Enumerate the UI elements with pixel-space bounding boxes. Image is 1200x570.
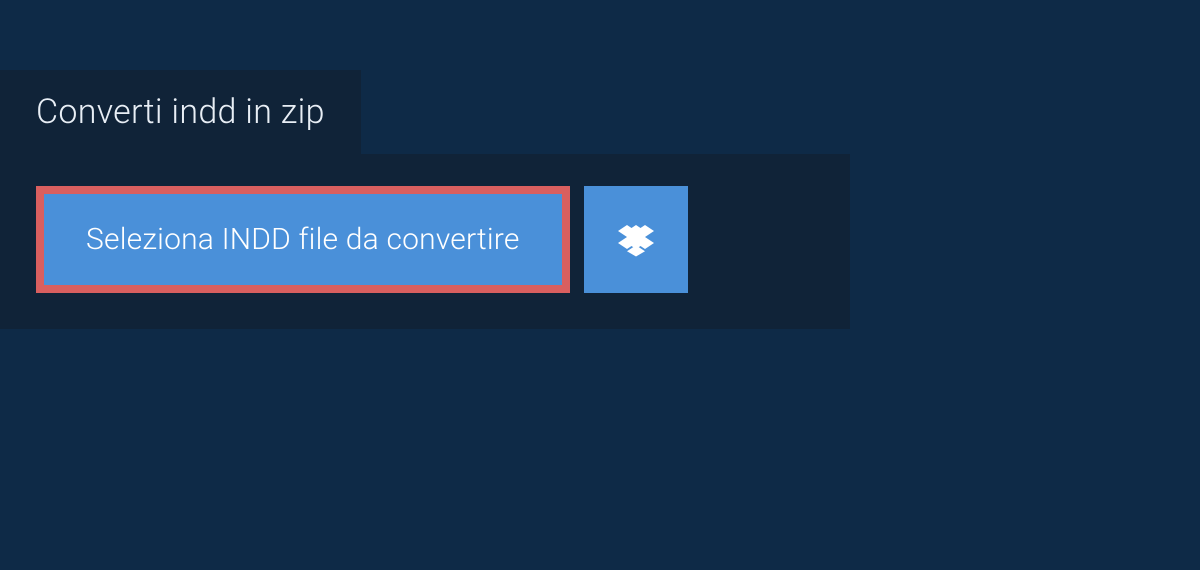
dropbox-button[interactable] <box>584 186 688 293</box>
tab-convert[interactable]: Converti indd in zip <box>0 70 361 154</box>
tab-bar: Converti indd in zip Seleziona INDD file… <box>0 70 1200 329</box>
button-row: Seleziona INDD file da convertire <box>36 186 814 293</box>
select-file-label: Seleziona INDD file da convertire <box>86 222 520 257</box>
tab-label: Converti indd in zip <box>36 92 325 132</box>
select-file-button[interactable]: Seleziona INDD file da convertire <box>36 186 570 293</box>
convert-panel: Seleziona INDD file da convertire <box>0 154 850 329</box>
dropbox-icon <box>618 222 654 258</box>
